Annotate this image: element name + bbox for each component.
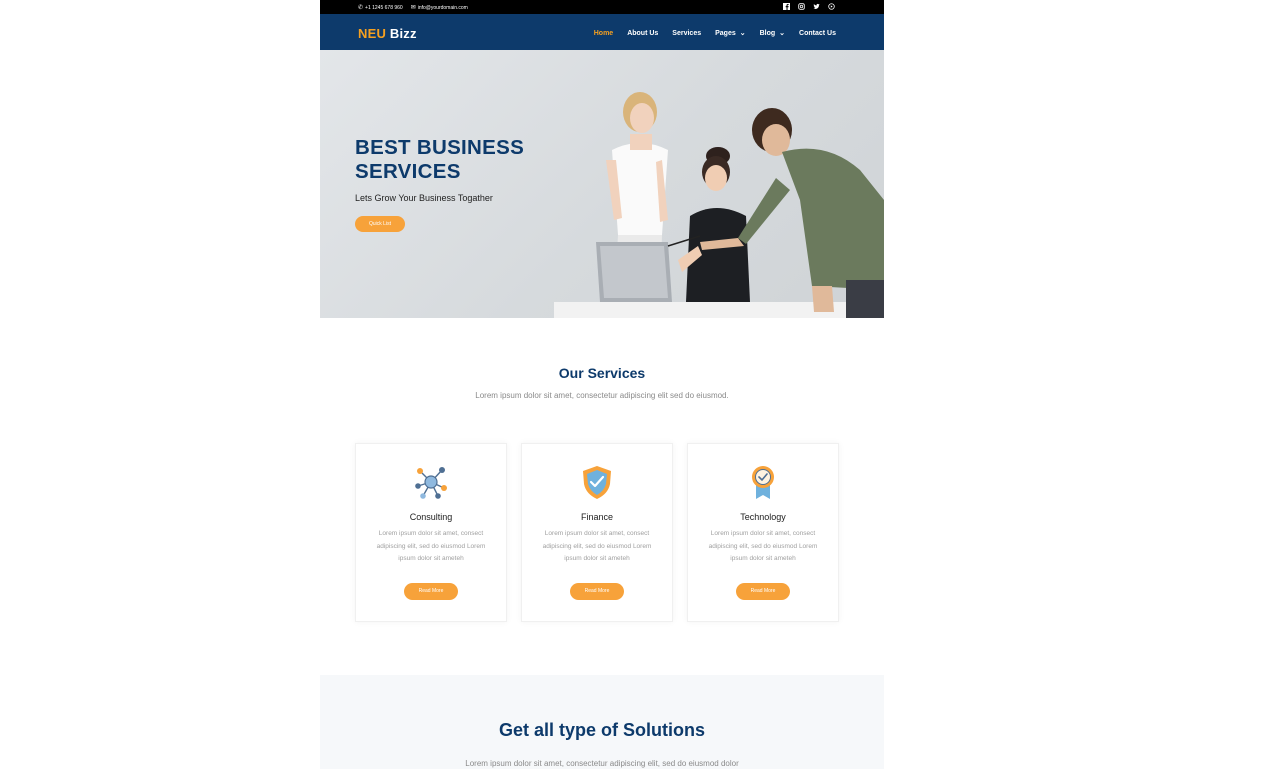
site-logo[interactable]: NEU Bizz — [358, 26, 417, 41]
email-link[interactable]: ✉ info@yourdomain.com — [411, 4, 468, 11]
logo-part-bizz: Bizz — [389, 26, 417, 41]
topbar-contact: ✆ +1 1245 678 960 ✉ info@yourdomain.com — [358, 4, 468, 11]
chevron-down-icon: ⌄ — [739, 30, 746, 37]
card-title: Finance — [580, 512, 614, 522]
chevron-down-icon: ⌄ — [779, 30, 786, 37]
service-card-technology: Technology Lorem ipsum dolor sit amet, c… — [687, 443, 839, 622]
shield-check-icon — [583, 466, 611, 499]
top-bar: ✆ +1 1245 678 960 ✉ info@yourdomain.com — [320, 0, 884, 14]
nav-item-home[interactable]: Home — [594, 29, 613, 37]
nav-label: Home — [593, 29, 614, 37]
nav-item-pages[interactable]: Pages ⌄ — [715, 29, 746, 38]
nav-label: Contact Us — [799, 29, 836, 37]
solutions-section: Get all type of Solutions Lorem ipsum do… — [320, 675, 884, 769]
read-more-button[interactable]: Read More — [736, 583, 790, 600]
nav-label: Services — [672, 29, 702, 37]
service-card-consulting: Consulting Lorem ipsum dolor sit amet, c… — [355, 443, 507, 622]
nav-label: Blog — [759, 29, 776, 37]
solutions-subtitle: Lorem ipsum dolor sit amet, consectetur … — [465, 759, 739, 768]
nav-label: About Us — [627, 29, 659, 37]
nav-item-about[interactable]: About Us — [627, 29, 658, 37]
service-card-finance: Finance Lorem ipsum dolor sit amet, cons… — [521, 443, 673, 622]
nav-label: Pages — [715, 29, 736, 37]
email-text: info@yourdomain.com — [417, 5, 468, 11]
services-title: Our Services — [558, 365, 646, 381]
instagram-icon[interactable] — [797, 2, 806, 11]
quick-list-button[interactable]: Quick List — [355, 216, 405, 232]
card-text: Lorem ipsum dolor sit amet, consect adip… — [376, 530, 486, 562]
phone-link[interactable]: ✆ +1 1245 678 960 — [358, 4, 403, 11]
main-navbar: NEU Bizz Home About Us Services Pages ⌄ B… — [320, 14, 884, 50]
services-subtitle: Lorem ipsum dolor sit amet, consectetur … — [475, 391, 729, 400]
nav-menu: Home About Us Services Pages ⌄ Blog ⌄ Cont… — [594, 29, 836, 38]
youtube-icon[interactable] — [827, 2, 836, 11]
network-icon — [415, 467, 447, 499]
nav-item-blog[interactable]: Blog ⌄ — [759, 29, 786, 38]
envelope-icon: ✉ — [410, 5, 416, 11]
read-more-button[interactable]: Read More — [404, 583, 458, 600]
facebook-icon[interactable] — [782, 2, 791, 11]
card-text: Lorem ipsum dolor sit amet, consect adip… — [542, 530, 652, 562]
social-links — [782, 2, 836, 11]
hero-team-image — [554, 92, 884, 318]
hero-section: BEST BUSINESS SERVICES Lets Grow Your Bu… — [320, 50, 884, 318]
read-more-button[interactable]: Read More — [570, 583, 624, 600]
phone-icon: ✆ — [358, 5, 364, 11]
card-title: Technology — [740, 512, 786, 522]
page: ✆ +1 1245 678 960 ✉ info@yourdomain.com NE… — [320, 0, 884, 769]
hero-title: BEST BUSINESS SERVICES — [355, 136, 525, 183]
logo-part-neu: NEU — [358, 26, 387, 41]
nav-item-services[interactable]: Services — [672, 29, 701, 37]
award-badge-icon — [752, 466, 774, 499]
nav-item-contact[interactable]: Contact Us — [799, 29, 836, 37]
hero-subtitle: Lets Grow Your Business Togather — [355, 193, 493, 203]
card-text: Lorem ipsum dolor sit amet, consect adip… — [708, 530, 818, 562]
card-title: Consulting — [409, 512, 453, 522]
twitter-icon[interactable] — [812, 2, 821, 11]
phone-text: +1 1245 678 960 — [365, 5, 403, 11]
solutions-title: Get all type of Solutions — [498, 720, 705, 740]
